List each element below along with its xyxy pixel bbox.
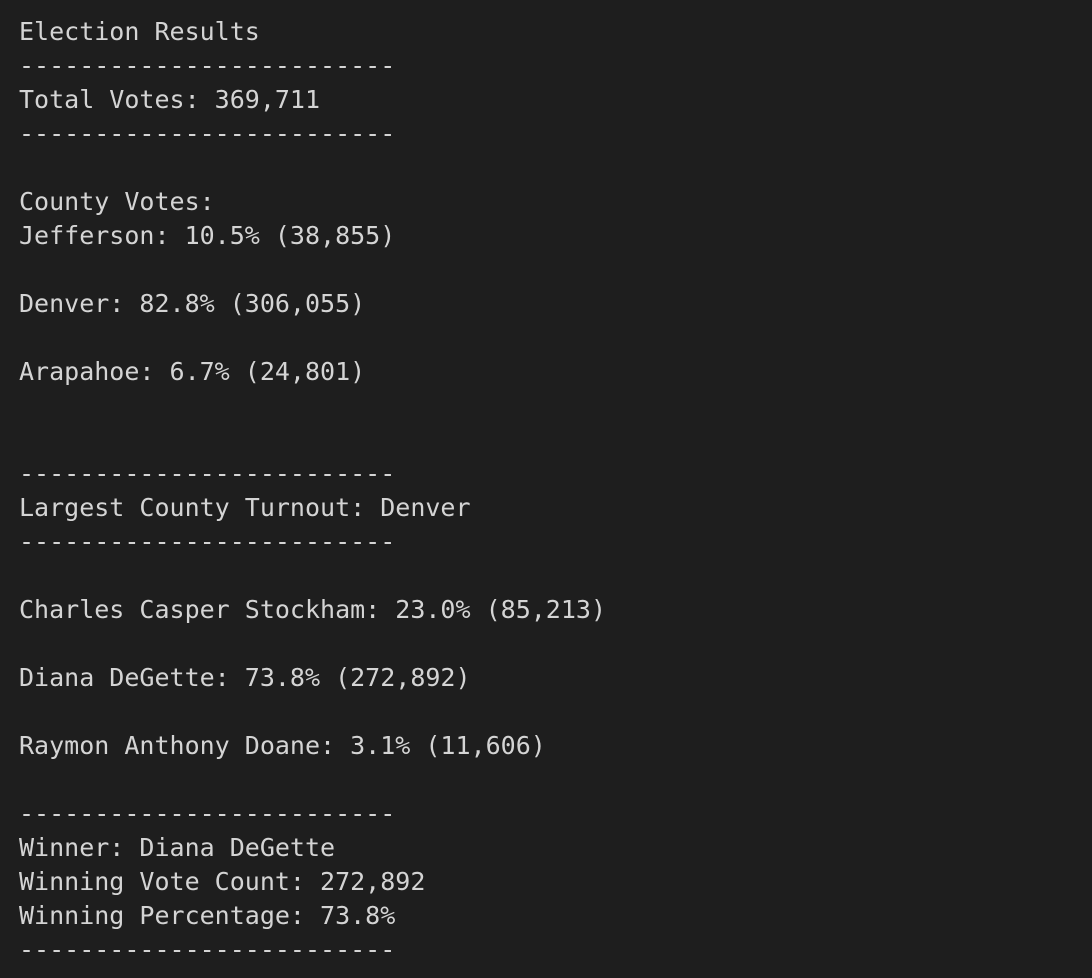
- results-title: Election Results: [19, 17, 260, 46]
- separator-line: -------------------------: [19, 799, 396, 828]
- separator-line: -------------------------: [19, 935, 396, 964]
- terminal-output: Election Results -----------------------…: [0, 0, 1092, 978]
- county-line-arapahoe: Arapahoe: 6.7% (24,801): [19, 357, 366, 386]
- largest-county-turnout: Largest County Turnout: Denver: [19, 493, 471, 522]
- candidate-line-doane: Raymon Anthony Doane: 3.1% (11,606): [19, 731, 546, 760]
- separator-line: -------------------------: [19, 527, 396, 556]
- winning-percentage: Winning Percentage: 73.8%: [19, 901, 396, 930]
- separator-line: -------------------------: [19, 51, 396, 80]
- winning-vote-count: Winning Vote Count: 272,892: [19, 867, 426, 896]
- total-votes: Total Votes: 369,711: [19, 85, 321, 114]
- separator-line: -------------------------: [19, 119, 396, 148]
- candidate-line-degette: Diana DeGette: 73.8% (272,892): [19, 663, 471, 692]
- separator-line: -------------------------: [19, 459, 396, 488]
- county-line-jefferson: Jefferson: 10.5% (38,855): [19, 221, 396, 250]
- winner-line: Winner: Diana DeGette: [19, 833, 336, 862]
- candidate-line-stockham: Charles Casper Stockham: 23.0% (85,213): [19, 595, 606, 624]
- county-line-denver: Denver: 82.8% (306,055): [19, 289, 366, 318]
- county-votes-header: County Votes:: [19, 187, 215, 216]
